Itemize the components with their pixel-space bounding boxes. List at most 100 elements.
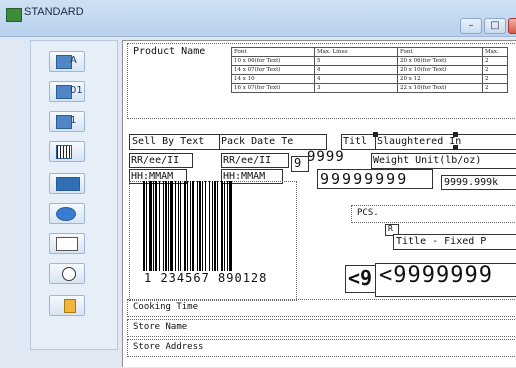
- max-lines-header-2: Max.: [482, 47, 508, 57]
- counter-tool-button[interactable]: 01: [49, 81, 85, 102]
- barcode-bar: [175, 181, 176, 271]
- slaughtered-in-text: Slaughtered In: [377, 136, 462, 147]
- table-cell: 20 x 06(for Text): [397, 56, 483, 66]
- barcode-bar: [214, 181, 216, 271]
- font-header-2: Font: [397, 47, 483, 57]
- barcode-bar: [168, 181, 169, 271]
- barcode-bar: [192, 181, 194, 271]
- cooking-time-text: Cooking Time: [133, 302, 199, 312]
- table-cell: 22 x 10(for Text): [397, 83, 483, 93]
- barcode-bar: [180, 181, 181, 271]
- image-tool-icon: [56, 177, 80, 191]
- person-tool-icon: [64, 299, 76, 313]
- nines-text-2: 99999999: [320, 170, 409, 188]
- table-cell: 14 x 10: [231, 74, 315, 84]
- barcode-tool-button[interactable]: [49, 141, 85, 162]
- barcode-graphic: [143, 181, 232, 271]
- barcode-bar: [202, 181, 203, 271]
- window-title: STANDARD: [24, 6, 84, 18]
- pcs-text: PCS.: [357, 208, 379, 218]
- barcode-bar: [184, 181, 186, 271]
- title-bar: STANDARD – □: [0, 0, 516, 37]
- barcode-bar: [209, 181, 210, 271]
- table-cell: 5: [314, 56, 398, 66]
- barcode-bar: [170, 181, 173, 271]
- resize-handle[interactable]: [453, 132, 458, 137]
- table-cell: 20 x 12: [397, 74, 483, 84]
- date-text-2: RR/ee/II: [223, 155, 272, 166]
- table-row: 16 x 07(for Text) 3 22 x 10(for Text) 2: [231, 83, 508, 93]
- table-cell: 10 x 06(for Text): [231, 56, 315, 66]
- title-fixed-text: Title - Fixed P: [396, 236, 487, 247]
- barcode-bar: [227, 181, 228, 271]
- table-cell: 16 x 07(for Text): [231, 83, 315, 93]
- minimize-button[interactable]: –: [460, 18, 482, 34]
- tool-palette: A 01 1: [30, 40, 118, 350]
- pack-date-text: Pack Date Te: [221, 136, 294, 147]
- table-cell: 14 x 07(for Text): [231, 65, 315, 75]
- table-cell: 2: [482, 65, 508, 75]
- weight-unit-text: Weight Unit(lb/oz): [373, 155, 482, 166]
- box-tool-icon: [56, 237, 78, 251]
- date-text-1: RR/ee/II: [131, 155, 180, 166]
- table-cell: 4: [314, 65, 398, 75]
- barcode-bar: [212, 181, 213, 271]
- font-table-header: Font Max. Lines Font Max.: [231, 47, 508, 57]
- table-row: 14 x 10 4 20 x 12 2: [231, 74, 508, 84]
- person-tool-button[interactable]: [49, 295, 85, 316]
- barcode-bar: [143, 181, 145, 271]
- barcode-bar: [217, 181, 218, 271]
- weight-value-text: 9999.999k: [444, 177, 499, 188]
- clock-tool-button[interactable]: [49, 263, 85, 284]
- clock-tool-icon: [62, 267, 76, 281]
- label-canvas[interactable]: Product Name Font Max. Lines Font Max. 1…: [122, 40, 516, 367]
- sell-by-text: Sell By Text: [132, 136, 205, 147]
- barcode-bar: [165, 181, 167, 271]
- barcode-bar: [221, 181, 223, 271]
- text-tool-label: A: [70, 55, 77, 66]
- barcode-bar: [159, 181, 160, 271]
- barcode-bar: [199, 181, 201, 271]
- barcode-bar: [224, 181, 225, 271]
- lt-big-text: <9999999: [379, 263, 493, 288]
- barcode-tool-icon: [56, 145, 72, 159]
- table-row: 10 x 06(for Text) 5 20 x 06(for Text) 2: [231, 56, 508, 66]
- table-cell: 20 x 10(for Text): [397, 65, 483, 75]
- table-row: 14 x 07(for Text) 4 20 x 10(for Text) 2: [231, 65, 508, 75]
- logo-tool-button[interactable]: [49, 203, 85, 224]
- box-tool-button[interactable]: [49, 233, 85, 254]
- r-box-text: R: [388, 224, 393, 233]
- number-tool-label: 1: [70, 115, 77, 126]
- store-name-text: Store Name: [133, 322, 188, 332]
- barcode-bar: [178, 181, 179, 271]
- max-lines-header: Max. Lines: [314, 47, 398, 57]
- title-text: Titl: [343, 136, 368, 147]
- barcode-bar: [149, 181, 152, 271]
- close-button[interactable]: [508, 18, 516, 34]
- logo-tool-icon: [56, 207, 76, 221]
- store-address-text: Store Address: [133, 342, 204, 352]
- barcode-bar: [190, 181, 191, 271]
- table-cell: 3: [314, 83, 398, 93]
- barcode-bar: [155, 181, 157, 271]
- main-window: STANDARD – □ A 01 1 Product Name Font Ma…: [0, 0, 516, 368]
- table-cell: 4: [314, 74, 398, 84]
- resize-handle[interactable]: [453, 145, 458, 150]
- image-tool-button[interactable]: [49, 173, 85, 194]
- text-tool-button[interactable]: A: [49, 51, 85, 72]
- small-nine-text: 9: [294, 156, 302, 170]
- barcode-bar: [187, 181, 188, 271]
- barcode-bar: [153, 181, 154, 271]
- lt-small-text: <9: [348, 266, 373, 290]
- app-icon: [6, 8, 22, 22]
- table-cell: 2: [482, 56, 508, 66]
- table-cell: 2: [482, 83, 508, 93]
- resize-handle[interactable]: [373, 132, 378, 137]
- barcode-bar: [197, 181, 198, 271]
- number-tool-button[interactable]: 1: [49, 111, 85, 132]
- maximize-button[interactable]: □: [484, 18, 506, 34]
- barcode-bar: [229, 181, 232, 271]
- product-name-text: Product Name: [133, 46, 206, 57]
- table-cell: 2: [482, 74, 508, 84]
- nines-text-1: 9999: [307, 149, 345, 165]
